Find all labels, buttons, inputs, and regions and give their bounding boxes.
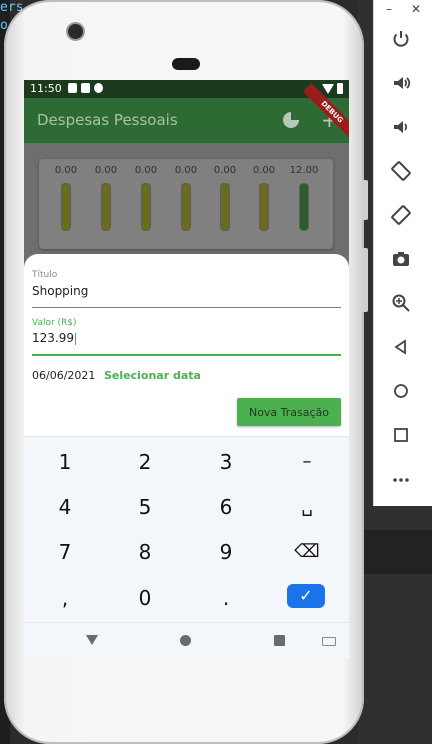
bar-value-label: 0.00: [134, 165, 158, 176]
title-input[interactable]: Shopping: [32, 284, 88, 298]
key-5[interactable]: 5: [125, 492, 165, 522]
camera-icon[interactable]: [389, 249, 413, 273]
pie-chart-icon[interactable]: [283, 112, 299, 128]
value-input[interactable]: 123.99: [32, 331, 76, 345]
bar-value-label: 0.00: [54, 165, 78, 176]
power-icon[interactable]: [389, 29, 413, 53]
nav-back-icon[interactable]: [86, 635, 98, 645]
chart-column: 0.00: [46, 165, 86, 231]
chart-column: 0.00: [166, 165, 206, 231]
system-icons: [322, 83, 343, 94]
chart-column: 0.00: [86, 165, 126, 231]
phone-frame: 11:50 Despesas Pessoais + DEBUG 0.00 0.0…: [4, 0, 364, 744]
numeric-keyboard: 1 2 3 – 4 5 6 ␣ 7 8 9 ⌫ , 0 . ✓: [24, 436, 349, 623]
front-camera-icon: [68, 24, 83, 39]
chart-bar: [300, 184, 308, 230]
chart-column: 0.00: [205, 165, 245, 231]
notification-icon: [94, 83, 103, 93]
chart-column: 12.00: [284, 165, 324, 231]
value-input-text: 123.99: [32, 331, 74, 345]
chart-column: 0.00: [244, 165, 284, 231]
status-time: 11:50: [30, 82, 62, 95]
enter-check-key[interactable]: ✓: [287, 584, 325, 608]
key-3[interactable]: 3: [206, 447, 246, 477]
back-icon[interactable]: [389, 337, 413, 361]
title-field-label: Título: [32, 270, 58, 280]
device-screen: 11:50 Despesas Pessoais + DEBUG 0.00 0.0…: [24, 80, 349, 658]
weekly-chart: 0.00 0.00 0.00 0.00 0.00 0.00 12.00: [39, 159, 333, 249]
minimize-icon[interactable]: –: [386, 2, 392, 16]
key-minus[interactable]: –: [287, 447, 327, 477]
key-0[interactable]: 0: [125, 583, 165, 613]
selected-date: 06/06/2021: [32, 369, 96, 382]
key-period[interactable]: .: [206, 583, 246, 613]
navigation-bar: [24, 622, 349, 658]
nav-home-icon[interactable]: [180, 635, 191, 646]
key-comma[interactable]: ,: [45, 583, 85, 613]
transaction-form-sheet: Título Shopping Valor (R$) 123.99 06/06/…: [24, 254, 349, 436]
volume-up-icon[interactable]: [389, 73, 413, 97]
app-title: Despesas Pessoais: [37, 111, 178, 129]
chart-bar-track: [61, 183, 71, 231]
key-6[interactable]: 6: [206, 492, 246, 522]
app-bar: Despesas Pessoais + DEBUG: [24, 83, 349, 143]
text-cursor: [75, 332, 76, 345]
chart-bar-track: [259, 183, 269, 231]
chart-bar-track: [220, 183, 230, 231]
bar-value-label: 0.00: [213, 165, 237, 176]
keyboard-switch-icon[interactable]: [322, 637, 336, 646]
key-9[interactable]: 9: [206, 537, 246, 567]
chart-bar-track: [181, 183, 191, 231]
chart-bar-track: [101, 183, 111, 231]
select-date-button[interactable]: Selecionar data: [104, 369, 201, 382]
new-transaction-button[interactable]: Nova Trasação: [237, 398, 341, 426]
bar-value-label: 0.00: [174, 165, 198, 176]
notification-icon: [81, 83, 90, 93]
key-space[interactable]: ␣: [287, 492, 327, 522]
wifi-icon: [322, 83, 334, 94]
rotate-right-icon[interactable]: [389, 205, 413, 229]
key-4[interactable]: 4: [45, 492, 85, 522]
status-bar: 11:50: [24, 80, 349, 98]
rotate-left-icon[interactable]: [389, 161, 413, 185]
title-input-underline: [32, 307, 341, 308]
chart-column: 0.00: [126, 165, 166, 231]
key-8[interactable]: 8: [125, 537, 165, 567]
value-field-label: Valor (R$): [32, 318, 77, 328]
volume-side-button: [362, 248, 368, 312]
bar-value-label: 0.00: [252, 165, 276, 176]
key-7[interactable]: 7: [45, 537, 85, 567]
key-1[interactable]: 1: [45, 447, 85, 477]
chart-bar-track: [141, 183, 151, 231]
bar-value-label: 0.00: [94, 165, 118, 176]
volume-down-icon[interactable]: [389, 117, 413, 141]
battery-icon: [337, 83, 343, 94]
value-input-underline: [32, 354, 341, 356]
notification-icon: [68, 83, 77, 93]
notification-icons: [68, 83, 103, 93]
nav-recents-icon[interactable]: [274, 635, 285, 646]
close-icon[interactable]: ✕: [411, 2, 421, 16]
earpiece-speaker: [172, 58, 200, 70]
zoom-icon[interactable]: [389, 293, 413, 317]
desktop-panel: [360, 530, 432, 574]
overview-icon[interactable]: [389, 425, 413, 449]
emulator-toolbar: – ✕: [373, 0, 432, 506]
backspace-key[interactable]: ⌫: [287, 537, 327, 567]
more-icon[interactable]: [389, 469, 413, 493]
home-icon[interactable]: [389, 381, 413, 405]
key-2[interactable]: 2: [125, 447, 165, 477]
power-side-button: [362, 180, 368, 220]
bar-value-label: 12.00: [289, 165, 319, 176]
chart-bar-track: [299, 183, 309, 231]
